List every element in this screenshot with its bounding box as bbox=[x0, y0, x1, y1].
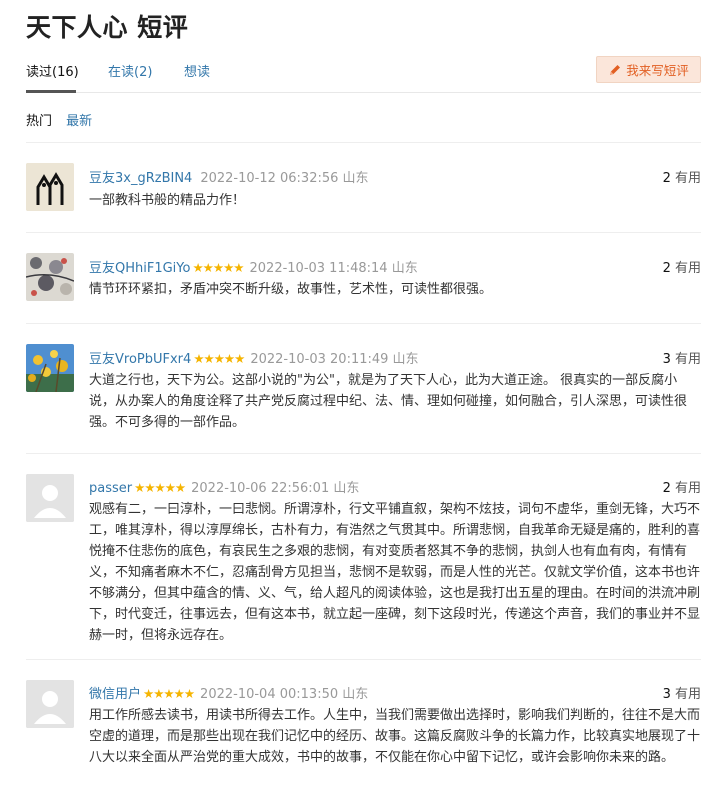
useful-number: 2 bbox=[662, 171, 671, 186]
review-username[interactable]: 微信用户 bbox=[89, 687, 141, 702]
tab-bar: 读过(16) 在读(2) 想读 我来写短评 bbox=[26, 56, 701, 93]
tab-want-to-read[interactable]: 想读 bbox=[184, 61, 210, 80]
active-tab-indicator bbox=[26, 90, 76, 93]
review-item: 豆友QHhiF1GiYo ★★★★★ 2022-10-03 11:48:14 山东 … bbox=[26, 232, 701, 323]
review-meta: 豆友VroPbUFxr4 ★★★★★ 2022-10-03 20:11:49 山东 bbox=[89, 348, 419, 367]
tab-reading[interactable]: 在读(2) bbox=[108, 61, 152, 80]
useful-label: 有用 bbox=[674, 687, 701, 702]
useful-count[interactable]: 2 有用 bbox=[663, 477, 701, 496]
useful-number: 3 bbox=[662, 352, 671, 367]
review-meta: 豆友3x_gRzBIN4 2022-10-12 06:32:56 山东 bbox=[89, 167, 369, 186]
useful-number: 2 bbox=[662, 261, 671, 276]
review-username[interactable]: passer bbox=[89, 481, 132, 496]
review-meta: 微信用户 ★★★★★ 2022-10-04 00:13:50 山东 bbox=[89, 683, 368, 702]
review-item: 豆友VroPbUFxr4 ★★★★★ 2022-10-03 20:11:49 山东 … bbox=[26, 323, 701, 453]
useful-label: 有用 bbox=[674, 481, 701, 496]
useful-count[interactable]: 2 有用 bbox=[663, 167, 701, 186]
useful-label: 有用 bbox=[674, 261, 701, 276]
rating-stars: ★★★★★ bbox=[134, 480, 186, 495]
review-time: 2022-10-12 06:32:56 山东 bbox=[200, 171, 369, 186]
tab-read[interactable]: 读过(16) bbox=[26, 61, 79, 80]
review-time: 2022-10-06 22:56:01 山东 bbox=[191, 481, 360, 496]
review-username[interactable]: 豆友3x_gRzBIN4 bbox=[89, 171, 192, 186]
flowers-sky-avatar[interactable] bbox=[26, 344, 74, 392]
blossom-painting-avatar[interactable] bbox=[26, 253, 74, 301]
rating-stars: ★★★★★ bbox=[192, 260, 244, 275]
default-user-avatar[interactable] bbox=[26, 680, 74, 728]
review-content: 用工作所感去读书，用读书所得去工作。人生中，当我们需要做出选择时，影响我们判断的… bbox=[89, 708, 701, 765]
useful-count[interactable]: 2 有用 bbox=[663, 257, 701, 276]
ink-glyph-avatar[interactable] bbox=[26, 163, 74, 211]
sort-newest[interactable]: 最新 bbox=[66, 114, 92, 129]
review-item: 微信用户 ★★★★★ 2022-10-04 00:13:50 山东 3 有用 用工作… bbox=[26, 659, 701, 789]
review-content: 情节环环紧扣，矛盾冲突不断升级，故事性，艺术性，可读性都很强。 bbox=[89, 282, 493, 297]
review-list: 豆友3x_gRzBIN4 2022-10-12 06:32:56 山东 2 有用 … bbox=[26, 142, 701, 789]
sort-options: 热门 最新 bbox=[26, 110, 102, 129]
page-title: 天下人心 短评 bbox=[26, 13, 189, 42]
review-username[interactable]: 豆友VroPbUFxr4 bbox=[89, 352, 191, 367]
review-content: 一部教科书般的精品力作！ bbox=[89, 193, 246, 208]
review-content: 大道之行也，天下为公。这部小说的"为公"，就是为了天下人心，此为大道正途。 很真… bbox=[89, 373, 688, 430]
sort-hot[interactable]: 热门 bbox=[26, 114, 52, 129]
useful-number: 3 bbox=[662, 687, 671, 702]
pencil-icon bbox=[610, 64, 621, 75]
useful-count[interactable]: 3 有用 bbox=[663, 683, 701, 702]
review-username[interactable]: 豆友QHhiF1GiYo bbox=[89, 261, 190, 276]
page: 天下人心 短评 读过(16) 在读(2) 想读 我来写短评 热门 最新 豆友3x… bbox=[0, 0, 727, 793]
useful-number: 2 bbox=[662, 481, 671, 496]
review-content: 观感有二，一曰淳朴，一曰悲悯。所谓淳朴，行文平铺直叙，架构不炫技，词句不虚华，重… bbox=[89, 502, 701, 643]
review-time: 2022-10-03 20:11:49 山东 bbox=[250, 352, 419, 367]
write-review-button[interactable]: 我来写短评 bbox=[596, 56, 701, 83]
review-time: 2022-10-04 00:13:50 山东 bbox=[200, 687, 369, 702]
rating-stars: ★★★★★ bbox=[193, 351, 245, 366]
useful-label: 有用 bbox=[674, 352, 701, 367]
review-meta: passer ★★★★★ 2022-10-06 22:56:01 山东 bbox=[89, 477, 359, 496]
rating-stars: ★★★★★ bbox=[143, 686, 195, 701]
review-item: passer ★★★★★ 2022-10-06 22:56:01 山东 2 有用 观… bbox=[26, 453, 701, 659]
useful-count[interactable]: 3 有用 bbox=[663, 348, 701, 367]
review-meta: 豆友QHhiF1GiYo ★★★★★ 2022-10-03 11:48:14 山东 bbox=[89, 257, 418, 276]
useful-label: 有用 bbox=[674, 171, 701, 186]
review-time: 2022-10-03 11:48:14 山东 bbox=[249, 261, 418, 276]
review-item: 豆友3x_gRzBIN4 2022-10-12 06:32:56 山东 2 有用 … bbox=[26, 142, 701, 232]
write-review-label: 我来写短评 bbox=[626, 63, 689, 78]
default-user-avatar[interactable] bbox=[26, 474, 74, 522]
